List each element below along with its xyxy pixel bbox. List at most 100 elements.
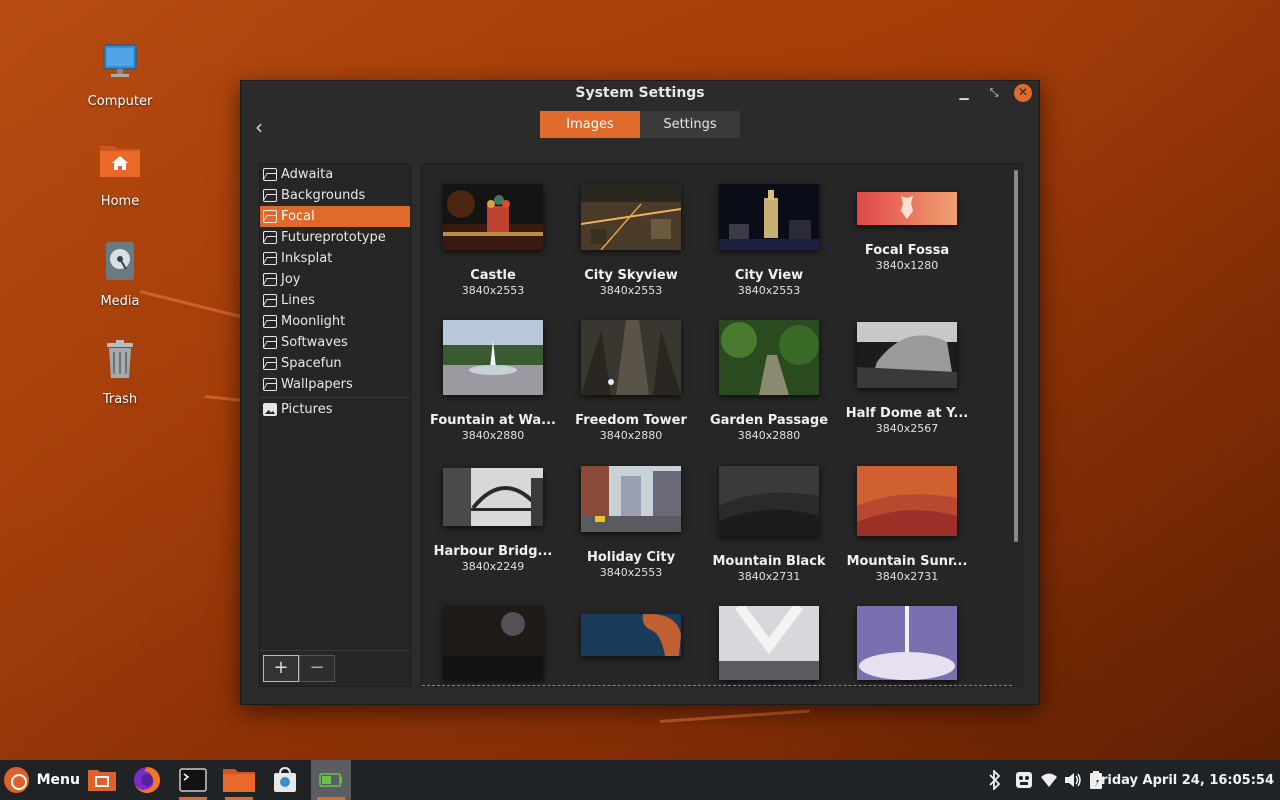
user-status-icon[interactable] (1015, 760, 1033, 800)
image-resolution: 3840x2553 (737, 284, 801, 297)
tab-settings[interactable]: Settings (640, 111, 740, 138)
clock[interactable]: Friday April 24, 16:05:54 (1093, 760, 1274, 800)
launcher-files[interactable] (219, 760, 259, 800)
image-name: City Skyview (584, 268, 678, 283)
image-tile-harbour-bridge[interactable]: Harbour Bridg... 3840x2249 (424, 468, 562, 573)
thumbnail-rock-arch (581, 613, 681, 656)
image-tile-row4-2[interactable] (562, 613, 700, 660)
thumbnail-city-view (719, 184, 819, 250)
image-resolution: 3840x2731 (875, 570, 939, 583)
scrollbar[interactable] (1014, 170, 1018, 542)
desktop-icon-media[interactable]: Media (70, 240, 170, 309)
image-tile-row4-3[interactable] (700, 603, 838, 684)
desktop-icon-trash[interactable]: Trash (70, 338, 170, 407)
titlebar[interactable]: System Settings ▁ ⤡ ✕ (241, 81, 1039, 107)
image-name: Half Dome at Y... (845, 406, 969, 421)
image-tile-mountain-black[interactable]: Mountain Black 3840x2731 (700, 466, 838, 583)
add-folder-button[interactable]: + (263, 655, 299, 682)
image-tile-freedom-tower[interactable]: Freedom Tower 3840x2880 (562, 320, 700, 442)
folder-item-moonlight[interactable]: Moonlight (260, 311, 410, 332)
folder-item-wallpapers[interactable]: Wallpapers (260, 374, 410, 395)
thumbnail-oculus-exterior (719, 603, 819, 680)
image-tile-city-view[interactable]: City View 3840x2553 (700, 184, 838, 297)
image-tile-half-dome[interactable]: Half Dome at Y... 3840x2567 (838, 322, 976, 435)
folder-label: Adwaita (281, 167, 334, 182)
thumbnail-garden-passage (719, 320, 819, 395)
thumbnail-holiday-city (581, 466, 681, 532)
image-folder-icon (263, 231, 277, 244)
folder-label: Spacefun (281, 356, 342, 371)
remove-folder-button[interactable]: − (299, 655, 335, 682)
window-title: System Settings (575, 85, 705, 101)
image-resolution: 3840x2553 (599, 566, 663, 579)
ubuntu-logo-icon (4, 767, 29, 793)
menu-button[interactable]: Menu (0, 760, 80, 800)
view-switcher: Images Settings (540, 111, 740, 138)
folder-item-inksplat[interactable]: Inksplat (260, 248, 410, 269)
volume-icon[interactable] (1064, 760, 1082, 800)
image-tile-row4-1[interactable] (424, 606, 562, 684)
launcher-software-store[interactable] (265, 760, 305, 800)
image-tile-castle[interactable]: Castle 3840x2553 (424, 184, 562, 297)
image-name: Fountain at Wa... (430, 413, 556, 428)
image-folder-icon (263, 357, 277, 370)
image-folder-icon (263, 294, 277, 307)
image-folder-icon (263, 378, 277, 391)
image-tile-mountain-sunrise[interactable]: Mountain Sunr... 3840x2731 (838, 466, 976, 583)
folder-item-joy[interactable]: Joy (260, 269, 410, 290)
back-arrow-icon[interactable]: ‹ (255, 115, 263, 139)
launcher-firefox[interactable] (127, 760, 167, 800)
image-folder-icon (263, 210, 277, 223)
image-tile-holiday-city[interactable]: Holiday City 3840x2553 (562, 466, 700, 579)
image-resolution: 3840x1280 (875, 259, 939, 272)
folder-label: Moonlight (281, 314, 346, 329)
bluetooth-icon[interactable] (987, 760, 1003, 800)
folder-item-adwaita[interactable]: Adwaita (260, 164, 410, 185)
image-resolution: 3840x2553 (599, 284, 663, 297)
tab-images[interactable]: Images (540, 111, 640, 138)
image-tile-fountain[interactable]: Fountain at Wa... 3840x2880 (424, 320, 562, 442)
scroll-edge-indicator (422, 685, 1012, 686)
thumbnail-freedom-tower (581, 320, 681, 395)
desktop-icon-computer[interactable]: Computer (70, 40, 170, 109)
image-tile-focal-fossa[interactable]: Focal Fossa 3840x1280 (838, 192, 976, 272)
image-resolution: 3840x2567 (875, 422, 939, 435)
image-name: Holiday City (586, 550, 676, 565)
folder-item-futureprototype[interactable]: Futureprototype (260, 227, 410, 248)
thumbnail-mountain-black (719, 466, 819, 536)
image-grid: Castle 3840x2553 City Skyview 3840x2553 … (421, 163, 1023, 687)
folder-item-focal[interactable]: Focal (260, 206, 410, 227)
folder-item-lines[interactable]: Lines (260, 290, 410, 311)
folder-item-softwaves[interactable]: Softwaves (260, 332, 410, 353)
image-name: Focal Fossa (864, 243, 950, 258)
folder-item-spacefun[interactable]: Spacefun (260, 353, 410, 374)
terminal-icon (179, 768, 207, 792)
folder-label: Softwaves (281, 335, 348, 350)
wifi-icon[interactable] (1040, 760, 1058, 800)
desktop-icon-home[interactable]: Home (70, 140, 170, 209)
image-folder-icon (263, 168, 277, 181)
launcher-terminal[interactable] (173, 760, 213, 800)
minimize-button[interactable]: ▁ (955, 84, 973, 102)
desktop-icon-label: Computer (87, 94, 153, 109)
thumbnail-focal-fossa (857, 192, 957, 225)
thumbnail-castle (443, 184, 543, 250)
image-tile-garden-passage[interactable]: Garden Passage 3840x2880 (700, 320, 838, 442)
folder-item-pictures[interactable]: Pictures (260, 399, 410, 420)
image-resolution: 3840x2249 (461, 560, 525, 573)
desktop-icon-label: Trash (102, 392, 138, 407)
image-tile-city-skyview[interactable]: City Skyview 3840x2553 (562, 184, 700, 297)
close-button[interactable]: ✕ (1014, 84, 1032, 102)
image-resolution: 3840x2731 (737, 570, 801, 583)
taskbar: Menu Friday April 24, 16:05:54 (0, 760, 1280, 800)
image-tile-row4-4[interactable] (838, 606, 976, 684)
desktop-icon-label: Home (100, 194, 140, 209)
folder-item-backgrounds[interactable]: Backgrounds (260, 185, 410, 206)
media-drive-icon (98, 240, 142, 284)
image-name: Harbour Bridg... (433, 544, 553, 559)
launcher-show-desktop[interactable] (82, 760, 122, 800)
launcher-system-settings[interactable] (311, 760, 351, 800)
restore-button[interactable]: ⤡ (985, 84, 1003, 102)
files-folder-icon (223, 769, 255, 792)
computer-icon (98, 40, 142, 84)
